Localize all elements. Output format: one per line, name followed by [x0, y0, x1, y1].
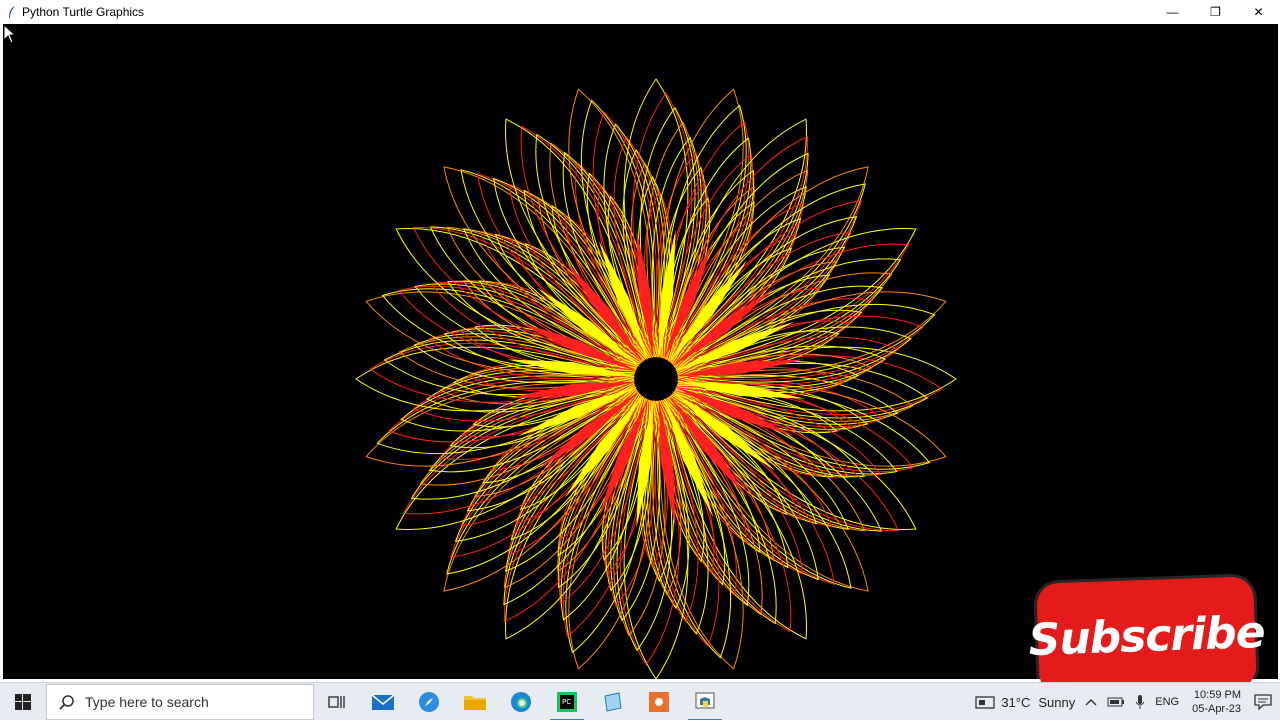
subscribe-label: Subscribe: [1027, 606, 1266, 666]
restore-icon: ❐: [1210, 5, 1221, 19]
mail-icon: [371, 693, 395, 710]
orange-app[interactable]: [636, 683, 682, 720]
svg-text:PC: PC: [562, 698, 571, 706]
folder-icon: [464, 695, 486, 710]
battery-indicator[interactable]: [1107, 697, 1125, 707]
python-icon: [695, 692, 715, 708]
flower-center: [640, 363, 672, 395]
minimize-icon: —: [1166, 5, 1179, 19]
start-button[interactable]: [0, 683, 46, 720]
task-view-button[interactable]: [314, 683, 360, 720]
task-view-icon: [328, 695, 345, 708]
taskbar: Type here to search PC 31°C Sunny ENG 10…: [0, 682, 1280, 720]
weather-condition: Sunny: [1038, 694, 1076, 710]
edge-app[interactable]: [498, 683, 544, 720]
taskbar-search-box[interactable]: Type here to search: [46, 683, 314, 720]
minimize-button[interactable]: —: [1151, 0, 1194, 24]
mail-app[interactable]: [360, 683, 406, 720]
safari-app[interactable]: [406, 683, 452, 720]
clock-time: 10:59 PM: [1193, 689, 1241, 701]
notepad-app[interactable]: [590, 683, 636, 720]
show-hidden-icons-button[interactable]: [1085, 697, 1097, 707]
compass-icon: [419, 691, 439, 712]
notification-center-button[interactable]: [1254, 694, 1272, 710]
weather-widget[interactable]: 31°C Sunny: [975, 694, 1075, 710]
turtle-canvas[interactable]: [3, 24, 1278, 679]
pycharm-app[interactable]: PC: [544, 683, 590, 720]
windows-icon: [15, 693, 31, 710]
weather-icon: [975, 696, 995, 709]
weather-temperature: 31°C: [1001, 694, 1031, 710]
microphone-indicator[interactable]: [1135, 694, 1145, 710]
pycharm-icon: PC: [557, 691, 577, 712]
mouse-cursor-icon: [3, 24, 17, 44]
subscribe-badge[interactable]: Subscribe: [1028, 576, 1265, 696]
edge-icon: [511, 691, 531, 712]
app-orange-icon: [649, 691, 669, 712]
battery-icon: [1107, 697, 1125, 707]
close-button[interactable]: ✕: [1237, 0, 1280, 24]
file-explorer-app[interactable]: [452, 683, 498, 720]
spirograph-drawing: [355, 78, 957, 679]
search-icon: [59, 694, 74, 710]
chevron-up-icon: [1085, 699, 1097, 706]
close-icon: ✕: [1253, 5, 1264, 19]
python-turtle-app[interactable]: [682, 683, 728, 720]
taskbar-clock[interactable]: 10:59 PM 05-Apr-23: [1192, 688, 1241, 716]
notification-icon: [1254, 694, 1272, 710]
notepad-icon: [604, 691, 622, 712]
microphone-icon: [1135, 695, 1145, 709]
search-placeholder: Type here to search: [85, 693, 209, 710]
window-title: Python Turtle Graphics: [22, 5, 145, 19]
feather-icon: [4, 4, 20, 20]
language-indicator[interactable]: ENG: [1155, 696, 1179, 708]
language-label: ENG: [1155, 696, 1180, 708]
restore-button[interactable]: ❐: [1194, 0, 1237, 24]
window-title-bar: Python Turtle Graphics — ❐ ✕: [0, 0, 1280, 24]
clock-date: 05-Apr-23: [1192, 703, 1241, 715]
